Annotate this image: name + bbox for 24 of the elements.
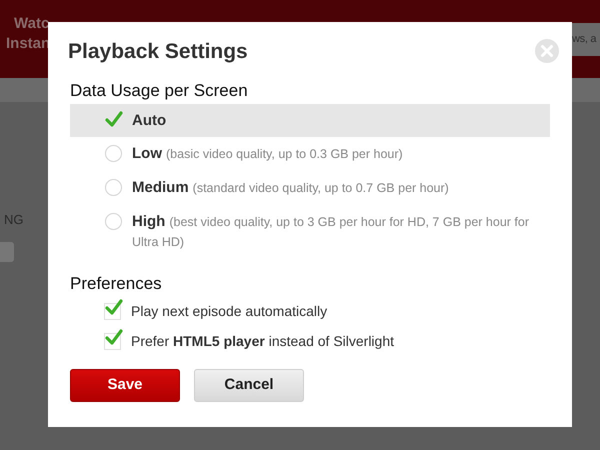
option-label: Medium (standard video quality, up to 0.7 GB per hour) <box>132 178 449 198</box>
radio-option[interactable]: Medium (standard video quality, up to 0.7 GB per hour) <box>70 170 550 204</box>
radio-button[interactable] <box>105 212 122 230</box>
section-heading: Preferences <box>70 272 163 294</box>
option-label: High (best video quality, up to 3 GB per hour for HD, 7 GB per hour for Ultra HD) <box>132 212 530 251</box>
checkbox-label: Prefer HTML5 player instead of Silverlight <box>131 332 394 351</box>
check-icon <box>104 110 124 130</box>
checkbox-label: Play next episode automatically <box>131 302 328 321</box>
search-text: ws, a <box>572 23 600 56</box>
cancel-button[interactable]: Cancel <box>194 368 304 402</box>
radio-button[interactable] <box>105 144 122 162</box>
save-button[interactable]: Save <box>70 368 180 402</box>
nav-text: Watc <box>13 14 50 34</box>
dialog-title: Playback Settings <box>68 39 248 65</box>
section-heading: Data Usage per Screen <box>70 80 249 102</box>
radio-button[interactable] <box>105 178 122 196</box>
option-label: Low (basic video quality, up to 0.3 GB per hour) <box>132 144 403 164</box>
radio-option[interactable]: High (best video quality, up to 3 GB per hour for HD, 7 GB per hour for Ultra HD) <box>70 204 550 258</box>
nav-text: Instan <box>6 34 50 54</box>
radio-option[interactable]: Auto <box>70 104 550 136</box>
option-label: Auto <box>132 110 168 130</box>
radio-option[interactable]: Low (basic video quality, up to 0.3 GB per hour) <box>70 136 550 170</box>
close-icon[interactable] <box>534 38 560 64</box>
side-button[interactable] <box>0 242 14 262</box>
